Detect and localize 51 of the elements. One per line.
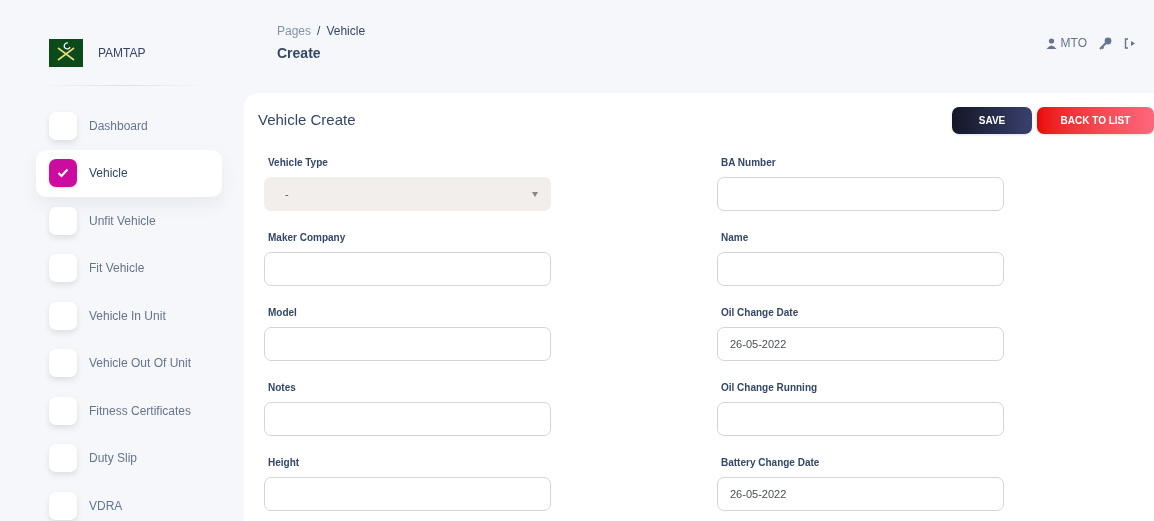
- input-field[interactable]: [264, 252, 551, 286]
- blank-icon: [49, 301, 77, 330]
- input-field[interactable]: [717, 252, 1004, 286]
- blank-icon: [49, 491, 77, 520]
- sidebar-item[interactable]: Vehicle: [36, 149, 222, 197]
- caret-icon: [532, 191, 538, 197]
- field-label: BA Number: [721, 156, 777, 170]
- sidebar-item[interactable]: VDRA: [36, 482, 222, 521]
- card-title: Vehicle Create: [258, 110, 356, 131]
- field-label: Oil Change Running: [721, 381, 819, 395]
- input-field[interactable]: 26-05-2022: [717, 477, 1004, 511]
- sidebar-item[interactable]: Unfit Vehicle: [36, 197, 222, 245]
- blank-icon: [49, 444, 77, 473]
- logout-icon[interactable]: [1124, 37, 1136, 49]
- breadcrumb-link[interactable]: Pages: [277, 22, 312, 40]
- field-label: Height: [268, 456, 301, 470]
- input-field[interactable]: [264, 477, 551, 511]
- sidebar-item[interactable]: Vehicle Out Of Unit: [36, 339, 222, 387]
- sidebar-item[interactable]: Dashboard: [36, 102, 222, 150]
- blank-icon: [49, 349, 77, 378]
- sidebar-item[interactable]: Duty Slip: [36, 434, 222, 482]
- user-icon: [1045, 37, 1057, 49]
- input-field[interactable]: [264, 327, 551, 361]
- save-button[interactable]: SAVE: [952, 107, 1032, 134]
- sidebar-item[interactable]: Fitness Certificates: [36, 387, 222, 435]
- input-field[interactable]: [264, 402, 551, 436]
- field-label: Oil Change Date: [721, 306, 800, 320]
- input-field[interactable]: [717, 177, 1004, 211]
- blank-icon: [49, 254, 77, 283]
- back-to-list-button[interactable]: BACK TO LIST: [1037, 107, 1154, 134]
- field-label: Notes: [268, 381, 297, 395]
- field-label: Name: [721, 231, 750, 245]
- breadcrumb-link[interactable]: Vehicle: [326, 22, 366, 40]
- brand-name: PAMTAP: [98, 45, 146, 62]
- blank-icon: [49, 206, 77, 235]
- breadcrumb-separator: /: [317, 23, 321, 40]
- blank-icon: [49, 396, 77, 425]
- blank-icon: [49, 111, 77, 140]
- key-icon[interactable]: [1099, 36, 1112, 50]
- field-label: Model: [268, 306, 298, 320]
- field-label: Battery Change Date: [721, 456, 821, 470]
- page-title: Create: [277, 44, 322, 63]
- logo-icon: [49, 39, 83, 67]
- sidebar-item[interactable]: Vehicle In Unit: [36, 292, 222, 340]
- sidebar-item[interactable]: Fit Vehicle: [36, 244, 222, 292]
- field-label: Vehicle Type: [268, 156, 329, 170]
- check-icon: [49, 159, 77, 188]
- field-label: Maker Company: [268, 231, 347, 245]
- input-field[interactable]: [717, 402, 1004, 436]
- input-field[interactable]: 26-05-2022: [717, 327, 1004, 361]
- user-link[interactable]: MTO: [1045, 34, 1087, 52]
